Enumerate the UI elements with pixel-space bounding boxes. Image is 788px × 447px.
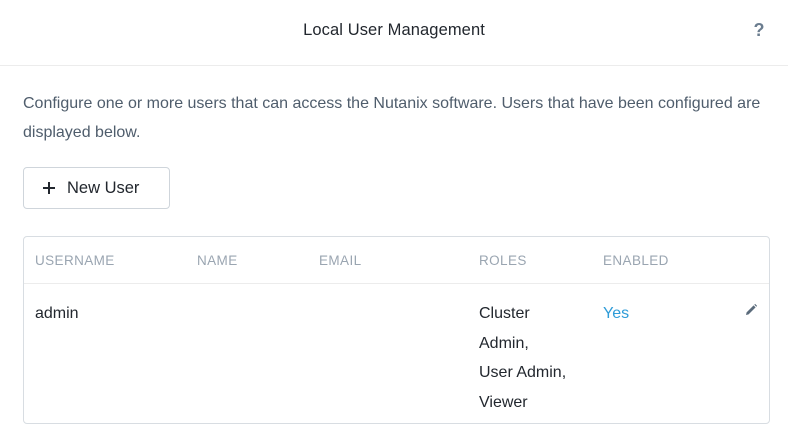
help-icon[interactable]: ? — [749, 20, 769, 44]
role-line: Viewer — [479, 393, 528, 411]
new-user-button[interactable]: New User — [23, 167, 170, 209]
plus-icon — [43, 182, 55, 194]
column-header-roles: ROLES — [479, 253, 527, 268]
dialog-header: Local User Management ? — [0, 0, 788, 66]
column-header-email: EMAIL — [319, 253, 362, 268]
column-header-enabled: ENABLED — [603, 253, 669, 268]
cell-roles: Cluster Admin, User Admin, Viewer — [479, 299, 594, 417]
column-header-username: USERNAME — [35, 253, 115, 268]
role-line: User Admin, — [479, 364, 567, 381]
role-line: Cluster — [479, 305, 530, 322]
pencil-edit-icon[interactable] — [743, 302, 759, 318]
description-text: Configure one or more users that can acc… — [23, 95, 761, 141]
dialog-title: Local User Management — [303, 21, 485, 39]
column-header-name: NAME — [197, 253, 238, 268]
cell-enabled: Yes — [603, 305, 630, 322]
table-header-row: USERNAME NAME EMAIL ROLES ENABLED — [24, 237, 769, 284]
users-table: USERNAME NAME EMAIL ROLES ENABLED admin … — [23, 236, 770, 424]
new-user-button-label: New User — [67, 178, 140, 197]
cell-username: admin — [35, 305, 79, 322]
local-user-management-dialog: Local User Management ? Configure one or… — [0, 0, 788, 447]
role-line: Admin, — [479, 334, 529, 352]
